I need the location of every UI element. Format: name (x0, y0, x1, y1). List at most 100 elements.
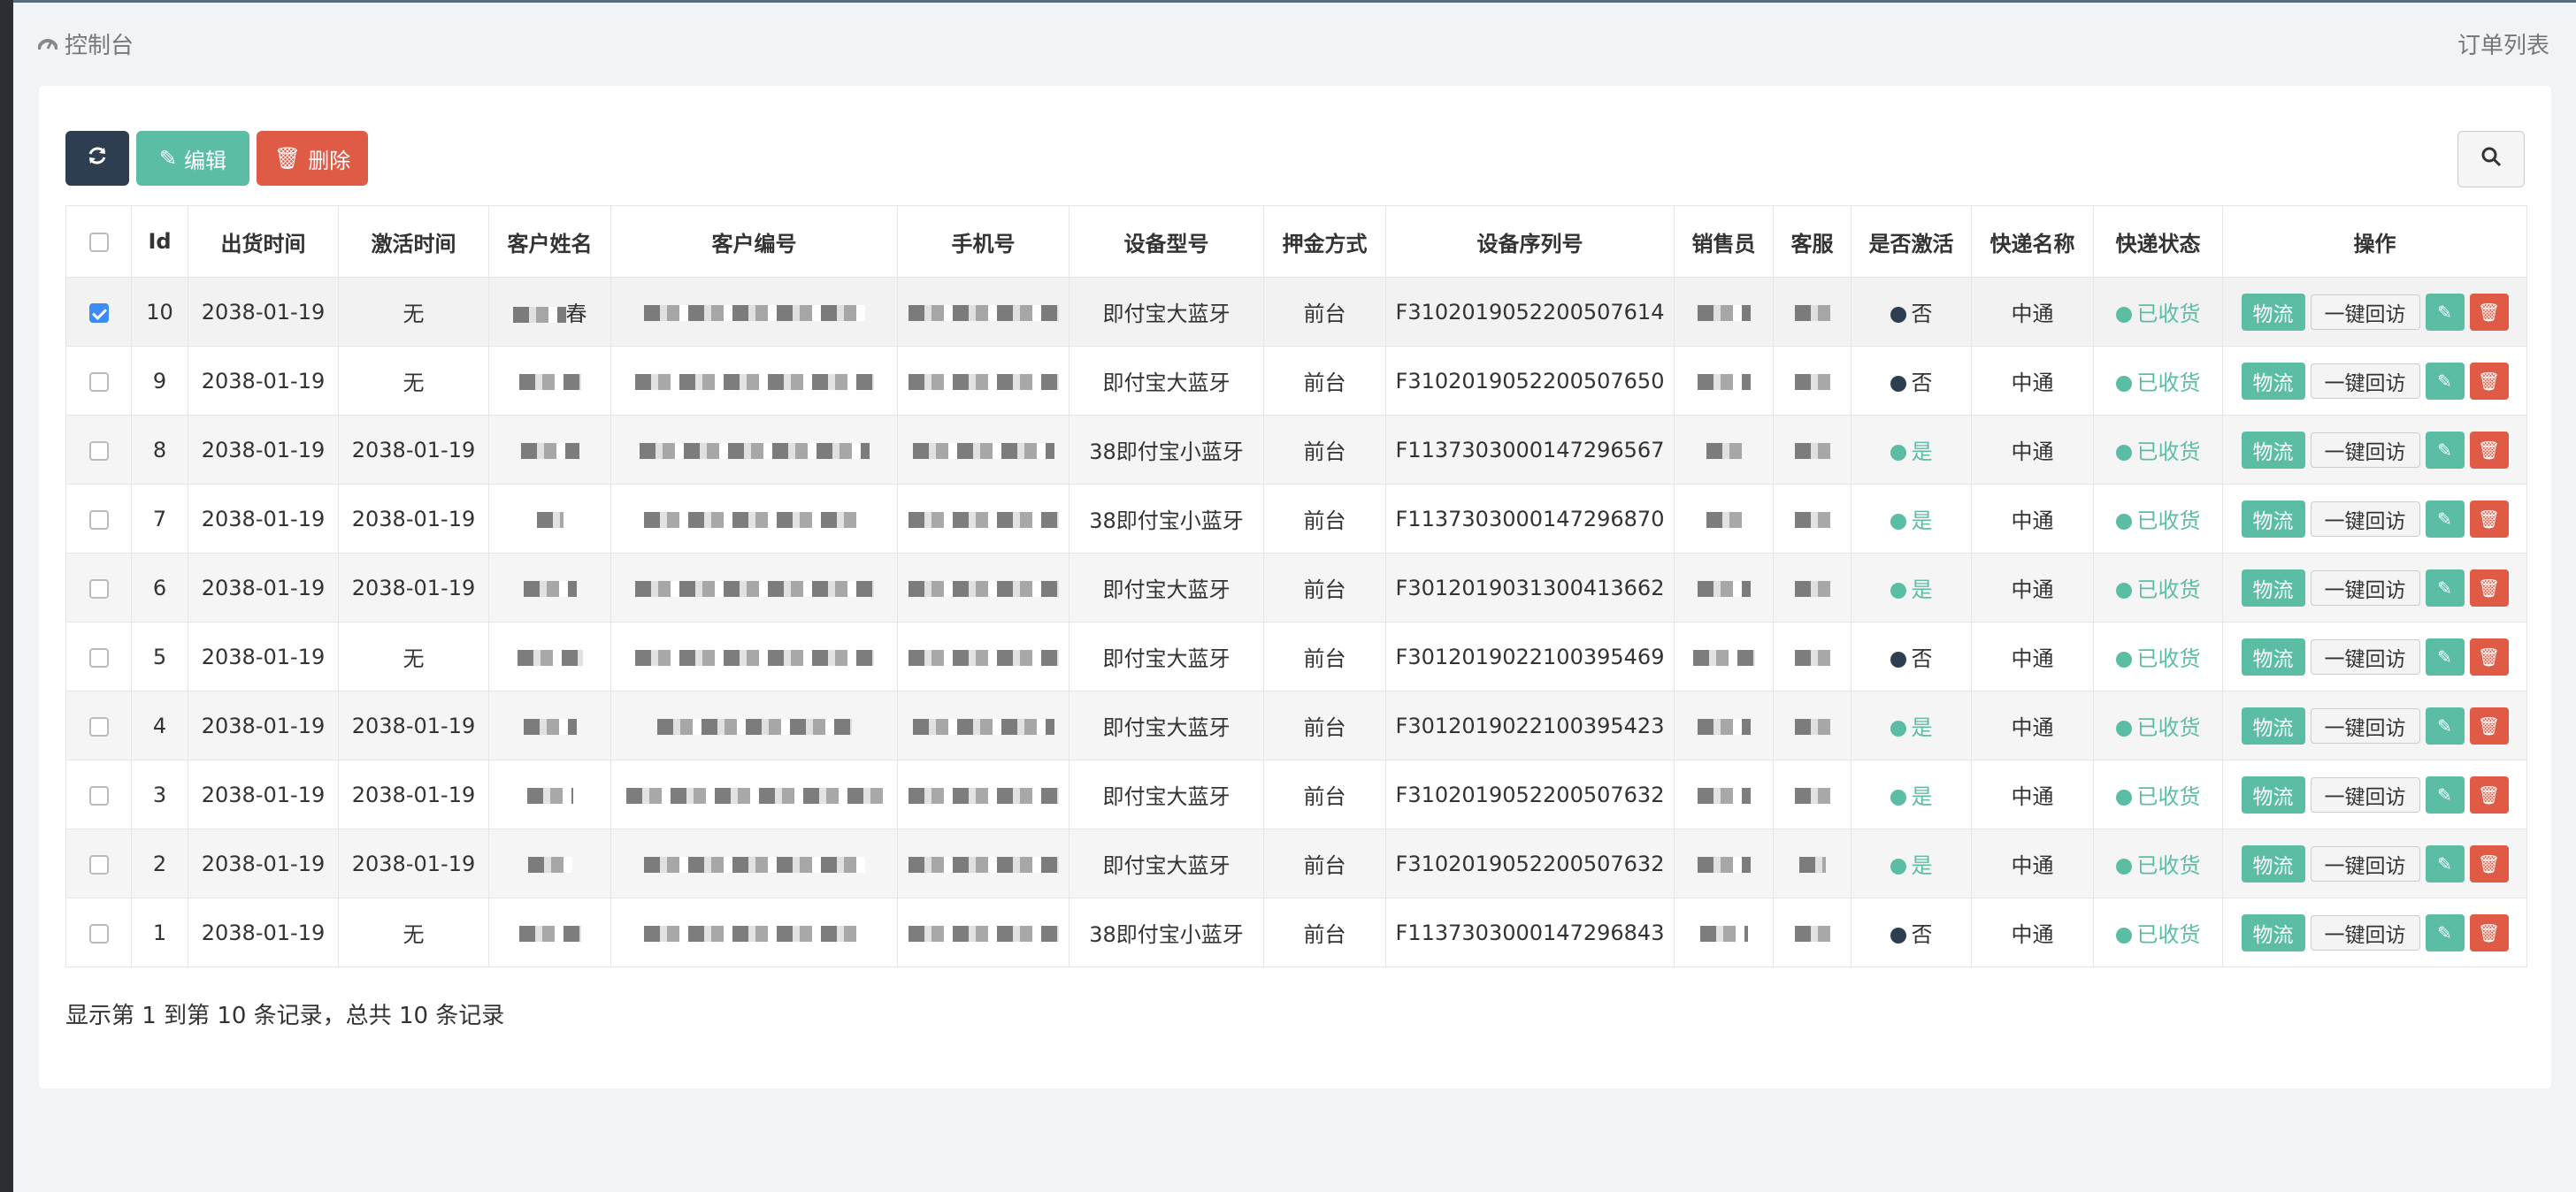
col-express-status[interactable]: 快递状态 (2093, 205, 2223, 278)
row-edit-button[interactable]: ✎ (2425, 638, 2465, 676)
table-row[interactable]: 10 2038-01-19 无 春 即付宝大蓝牙 前台 F31020190522005076… (65, 277, 2527, 347)
cell-deposit: 前台 (1263, 898, 1386, 967)
row-checkbox[interactable] (88, 371, 109, 392)
row-edit-button[interactable]: ✎ (2425, 844, 2465, 883)
table-row[interactable]: 6 2038-01-19 2038-01-19 即付宝大蓝牙 前台 F3012019031… (65, 553, 2527, 623)
revisit-button[interactable]: 一键回访 (2310, 845, 2420, 882)
revisit-button[interactable]: 一键回访 (2310, 707, 2420, 744)
select-all-checkbox[interactable] (65, 205, 132, 278)
cell-activated-text: 是 (1911, 577, 1933, 602)
breadcrumb[interactable]: 控制台 (37, 27, 134, 60)
cell-salesperson (1674, 484, 1774, 554)
logistics-button[interactable]: 物流 (2241, 431, 2305, 469)
refresh-button[interactable] (65, 131, 129, 186)
col-activate-time[interactable]: 激活时间 (338, 205, 489, 278)
row-checkbox[interactable] (88, 440, 109, 461)
col-ship-time[interactable]: 出货时间 (188, 205, 339, 278)
col-serial[interactable]: 设备序列号 (1385, 205, 1675, 278)
logistics-button[interactable]: 物流 (2241, 569, 2305, 607)
logistics-button[interactable]: 物流 (2241, 844, 2305, 883)
row-delete-button[interactable]: 🗑 (2469, 707, 2509, 745)
row-delete-button[interactable]: 🗑 (2469, 776, 2509, 814)
cell-serial-text: F3102019052200507632 (1395, 851, 1665, 876)
delete-button[interactable]: 🗑 删除 (257, 131, 368, 186)
checkbox[interactable] (88, 233, 109, 252)
row-edit-button[interactable]: ✎ (2425, 500, 2465, 538)
revisit-button[interactable]: 一键回访 (2310, 638, 2420, 675)
row-checkbox-cell[interactable] (65, 484, 132, 554)
row-checkbox-cell[interactable] (65, 553, 132, 623)
left-sidebar-edge (0, 0, 13, 1192)
table-row[interactable]: 1 2038-01-19 无 38即付宝小蓝牙 前台 F11373030001472968… (65, 898, 2527, 967)
row-edit-button[interactable]: ✎ (2425, 707, 2465, 745)
col-phone[interactable]: 手机号 (897, 205, 1070, 278)
row-delete-button[interactable]: 🗑 (2469, 638, 2509, 676)
revisit-button[interactable]: 一键回访 (2310, 500, 2420, 537)
col-activated[interactable]: 是否激活 (1851, 205, 1972, 278)
row-checkbox-cell[interactable] (65, 415, 132, 485)
logistics-button[interactable]: 物流 (2241, 362, 2305, 400)
table-row[interactable]: 9 2038-01-19 无 即付宝大蓝牙 前台 F3102019052200507650… (65, 346, 2527, 416)
row-delete-button[interactable]: 🗑 (2469, 500, 2509, 538)
col-express[interactable]: 快递名称 (1971, 205, 2094, 278)
row-edit-button[interactable]: ✎ (2425, 362, 2465, 400)
col-customer-name[interactable]: 客户姓名 (488, 205, 611, 278)
row-checkbox[interactable] (88, 854, 109, 875)
table-row[interactable]: 4 2038-01-19 2038-01-19 即付宝大蓝牙 前台 F3012019022… (65, 691, 2527, 760)
col-customer-no[interactable]: 客户编号 (610, 205, 898, 278)
row-checkbox-cell[interactable] (65, 346, 132, 416)
row-delete-button[interactable]: 🗑 (2469, 293, 2509, 331)
row-checkbox[interactable] (88, 647, 109, 668)
redacted-block (518, 925, 581, 942)
col-deposit[interactable]: 押金方式 (1263, 205, 1386, 278)
logistics-button[interactable]: 物流 (2241, 707, 2305, 745)
cell-customer-no (610, 898, 898, 967)
row-delete-button[interactable]: 🗑 (2469, 913, 2509, 951)
row-edit-button[interactable]: ✎ (2425, 293, 2465, 331)
col-salesperson[interactable]: 销售员 (1674, 205, 1774, 278)
revisit-button[interactable]: 一键回访 (2310, 294, 2420, 330)
row-edit-button[interactable]: ✎ (2425, 913, 2465, 951)
edit-button[interactable]: ✎ 编辑 (136, 131, 249, 186)
col-id[interactable]: Id (131, 205, 188, 278)
revisit-button[interactable]: 一键回访 (2310, 776, 2420, 813)
row-delete-button[interactable]: 🗑 (2469, 431, 2509, 469)
row-checkbox[interactable] (88, 923, 109, 944)
table-row[interactable]: 3 2038-01-19 2038-01-19 即付宝大蓝牙 前台 F3102019052… (65, 760, 2527, 829)
logistics-button[interactable]: 物流 (2241, 913, 2305, 951)
revisit-button[interactable]: 一键回访 (2310, 914, 2420, 951)
table-row[interactable]: 7 2038-01-19 2038-01-19 38即付宝小蓝牙 前台 F11373030… (65, 484, 2527, 554)
row-delete-button[interactable]: 🗑 (2469, 569, 2509, 607)
col-service[interactable]: 客服 (1773, 205, 1852, 278)
row-delete-button[interactable]: 🗑 (2469, 362, 2509, 400)
row-edit-button[interactable]: ✎ (2425, 776, 2465, 814)
row-edit-button[interactable]: ✎ (2425, 569, 2465, 607)
row-checkbox-cell[interactable] (65, 277, 132, 347)
revisit-button[interactable]: 一键回访 (2310, 363, 2420, 399)
row-checkbox-cell[interactable] (65, 829, 132, 898)
cell-service (1773, 898, 1852, 967)
logistics-button[interactable]: 物流 (2241, 638, 2305, 676)
row-checkbox[interactable] (88, 302, 109, 323)
row-checkbox-cell[interactable] (65, 760, 132, 829)
cell-device-model-text: 38即付宝小蓝牙 (1089, 922, 1244, 947)
row-checkbox-cell[interactable] (65, 622, 132, 692)
table-row[interactable]: 2 2038-01-19 2038-01-19 即付宝大蓝牙 前台 F3102019052… (65, 829, 2527, 898)
row-delete-button[interactable]: 🗑 (2469, 844, 2509, 883)
row-checkbox[interactable] (88, 509, 109, 530)
row-checkbox[interactable] (88, 785, 109, 806)
row-edit-button[interactable]: ✎ (2425, 431, 2465, 469)
row-checkbox-cell[interactable] (65, 691, 132, 760)
logistics-button[interactable]: 物流 (2241, 776, 2305, 814)
row-checkbox-cell[interactable] (65, 898, 132, 967)
row-checkbox[interactable] (88, 716, 109, 737)
revisit-button[interactable]: 一键回访 (2310, 432, 2420, 468)
logistics-button[interactable]: 物流 (2241, 500, 2305, 538)
row-checkbox[interactable] (88, 578, 109, 599)
table-row[interactable]: 5 2038-01-19 无 即付宝大蓝牙 前台 F3012019022100395469… (65, 622, 2527, 692)
logistics-button[interactable]: 物流 (2241, 293, 2305, 331)
table-row[interactable]: 8 2038-01-19 2038-01-19 38即付宝小蓝牙 前台 F11373030… (65, 415, 2527, 485)
col-device-model[interactable]: 设备型号 (1069, 205, 1264, 278)
search-button[interactable] (2457, 131, 2525, 187)
revisit-button[interactable]: 一键回访 (2310, 569, 2420, 606)
